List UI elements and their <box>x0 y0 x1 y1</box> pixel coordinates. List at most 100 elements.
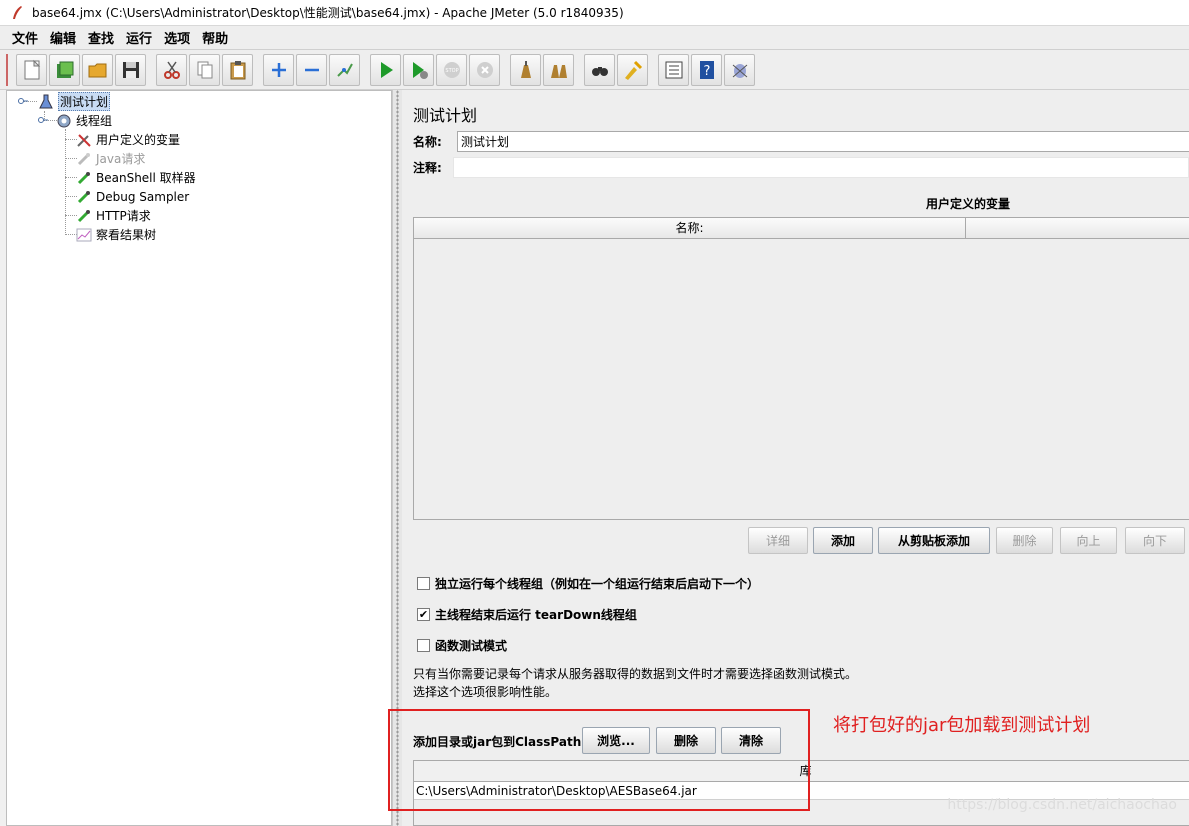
independent-label: 独立运行每个线程组（例如在一个组运行结束后启动下一个） <box>435 577 760 591</box>
shutdown-button[interactable] <box>469 53 500 86</box>
svg-text:STOP: STOP <box>445 68 458 74</box>
templates-button[interactable] <box>49 53 80 86</box>
shutdown-icon <box>476 61 493 78</box>
open-button[interactable] <box>82 53 113 86</box>
pipette-icon <box>75 150 93 168</box>
detail-button[interactable]: 详细 <box>748 527 808 554</box>
teardown-option[interactable]: ✔ 主线程结束后运行 tearDown线程组 <box>417 606 637 623</box>
menu-file[interactable]: 文件 <box>6 28 44 47</box>
collapse-icon <box>304 68 319 71</box>
annotation-text: 将打包好的jar包加载到测试计划 <box>833 715 1091 736</box>
tree-expand-handle[interactable] <box>38 115 48 125</box>
add-from-clipboard-button[interactable]: 从剪贴板添加 <box>878 527 990 554</box>
window-titlebar: base64.jmx (C:\Users\Administrator\Deskt… <box>0 0 1189 26</box>
start-no-pauses-button[interactable] <box>403 53 434 86</box>
menu-help[interactable]: 帮助 <box>196 28 234 47</box>
tree-node-user-vars[interactable]: 用户定义的变量 <box>75 130 180 149</box>
menu-run[interactable]: 运行 <box>120 28 158 47</box>
search-button[interactable] <box>584 53 615 86</box>
start-button[interactable] <box>370 53 401 86</box>
move-down-button[interactable]: 向下 <box>1125 527 1185 554</box>
clear-all-button[interactable] <box>543 53 574 86</box>
gear-icon <box>55 112 73 130</box>
tree-node-debug-sampler[interactable]: Debug Sampler <box>75 187 189 206</box>
start-icon <box>380 61 393 78</box>
tree-expand-handle[interactable] <box>18 96 28 106</box>
tree-node-thread-group[interactable]: 线程组 <box>55 111 112 130</box>
user-vars-header: 名称: <box>414 218 1189 239</box>
chart-icon <box>75 226 93 244</box>
tree-node-label: Java请求 <box>96 152 146 166</box>
reset-search-button[interactable] <box>617 53 648 86</box>
function-helper-button[interactable] <box>658 53 689 86</box>
independent-thread-groups-option[interactable]: 独立运行每个线程组（例如在一个组运行结束后启动下一个） <box>417 575 759 592</box>
tree-node-label: Debug Sampler <box>96 189 190 204</box>
new-button[interactable] <box>16 53 47 86</box>
test-tree-panel: 测试计划 线程组 用户定义的变量 Java请求 BeanShell 取样器 De… <box>6 90 392 826</box>
user-vars-title: 用户定义的变量 <box>925 197 1010 211</box>
new-icon <box>24 59 40 79</box>
flask-icon <box>37 93 55 111</box>
tree-node-test-plan[interactable]: 测试计划 <box>37 92 111 111</box>
teardown-checkbox[interactable]: ✔ <box>417 608 430 621</box>
open-icon <box>88 63 106 77</box>
comment-field[interactable] <box>453 157 1189 178</box>
comment-row: 注释: <box>413 157 1189 178</box>
templates-icon <box>56 61 73 78</box>
delete-button[interactable]: 删除 <box>996 527 1053 554</box>
column-name[interactable]: 名称: <box>414 218 966 238</box>
toggle-button[interactable] <box>329 53 360 86</box>
tree-node-results-tree[interactable]: 察看结果树 <box>75 225 156 244</box>
cut-icon <box>163 61 180 79</box>
page-title: 测试计划 <box>413 106 478 125</box>
pipette-icon <box>75 169 93 187</box>
functional-label: 函数测试模式 <box>435 639 508 653</box>
cut-button[interactable] <box>156 53 187 86</box>
tree-node-java-request[interactable]: Java请求 <box>75 149 145 168</box>
menu-options[interactable]: 选项 <box>158 28 196 47</box>
window-title: base64.jmx (C:\Users\Administrator\Deskt… <box>32 6 624 20</box>
name-field[interactable] <box>457 131 1189 152</box>
watermark: https://blog.csdn.net/aichaochao <box>947 797 1177 813</box>
log-viewer-button[interactable] <box>724 53 755 86</box>
paste-button[interactable] <box>222 53 253 86</box>
menu-bar: 文件 编辑 查找 运行 选项 帮助 <box>0 26 1189 50</box>
tree-node-label: BeanShell 取样器 <box>96 171 196 185</box>
tree-node-http-request[interactable]: HTTP请求 <box>75 206 151 225</box>
collapse-all-button[interactable] <box>296 53 327 86</box>
name-label: 名称: <box>413 135 442 149</box>
toggle-icon <box>336 63 353 77</box>
pipette-icon <box>75 207 93 225</box>
help-icon: ? <box>699 60 714 79</box>
pipette-icon <box>75 188 93 206</box>
toolbar-grip <box>6 53 10 86</box>
help-button[interactable]: ? <box>691 53 722 86</box>
expand-icon <box>271 62 286 77</box>
independent-checkbox[interactable] <box>417 577 430 590</box>
tree-node-beanshell[interactable]: BeanShell 取样器 <box>75 168 196 187</box>
tree-node-label: 察看结果树 <box>96 228 157 242</box>
function-helper-icon <box>665 61 682 78</box>
menu-edit[interactable]: 编辑 <box>44 28 82 47</box>
add-button[interactable]: 添加 <box>813 527 873 554</box>
search-icon <box>591 66 608 76</box>
menu-search[interactable]: 查找 <box>82 28 120 47</box>
tree-node-label: 线程组 <box>76 114 113 128</box>
toolbar: STOP ? <box>0 50 1189 90</box>
functional-mode-option[interactable]: 函数测试模式 <box>417 637 507 654</box>
move-up-button[interactable]: 向上 <box>1060 527 1117 554</box>
paste-icon <box>230 60 245 79</box>
stop-button[interactable]: STOP <box>436 53 467 86</box>
save-button[interactable] <box>115 53 146 86</box>
log-icon <box>732 63 747 78</box>
functional-checkbox[interactable] <box>417 639 430 652</box>
teardown-label: 主线程结束后运行 tearDown线程组 <box>435 608 637 622</box>
save-icon <box>122 61 139 78</box>
clear-all-icon <box>550 64 567 78</box>
start-no-pauses-icon <box>412 61 428 79</box>
column-value[interactable] <box>966 218 1189 238</box>
clear-button[interactable] <box>510 53 541 86</box>
copy-button[interactable] <box>189 53 220 86</box>
expand-all-button[interactable] <box>263 53 294 86</box>
user-vars-table[interactable]: 名称: <box>413 217 1189 520</box>
